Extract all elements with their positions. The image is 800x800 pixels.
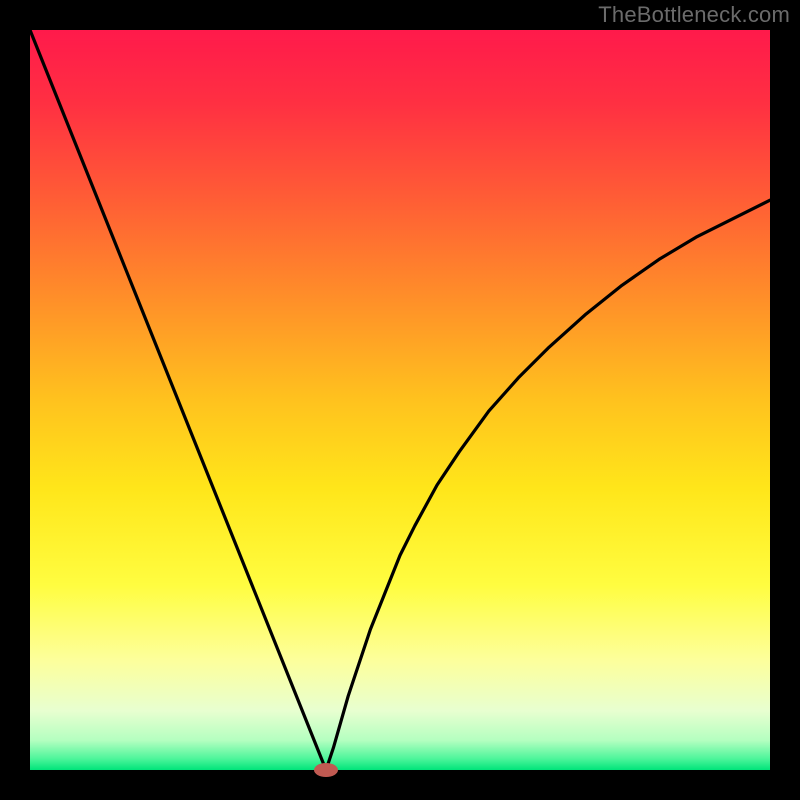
watermark-text: TheBottleneck.com (598, 2, 790, 28)
optimal-point-marker (314, 763, 338, 777)
plot-area (30, 30, 770, 770)
chart-svg (0, 0, 800, 800)
chart-container: TheBottleneck.com (0, 0, 800, 800)
